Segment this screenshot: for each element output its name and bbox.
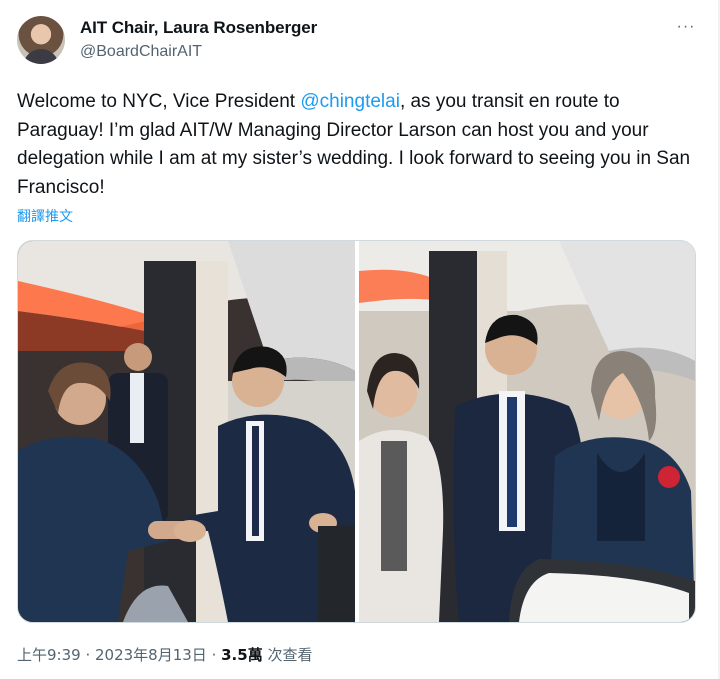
tweet-date[interactable]: 2023年8月13日 [95,646,207,664]
photo-group[interactable] [359,241,695,622]
separator: · [206,646,222,664]
views-label: 次查看 [262,646,313,664]
tweet-text-part: Welcome to NYC, Vice President [17,91,301,112]
tweet-text: Welcome to NYC, Vice President @chingtel… [17,88,697,202]
author-display-name[interactable]: AIT Chair, Laura Rosenberger [80,18,317,38]
more-icon[interactable]: ··· [676,17,696,37]
avatar-shoulders [23,49,59,64]
tweet: AIT Chair, Laura Rosenberger @BoardChair… [0,0,720,679]
translate-link[interactable]: 翻譯推文 [17,206,73,226]
photo-group-image [359,241,695,622]
avatar[interactable] [17,16,65,64]
mention-link[interactable]: @chingtelai [300,91,400,112]
views-count: 3.5萬 [221,646,263,664]
photo-handshake[interactable] [18,241,355,622]
photo-handshake-image [18,241,355,622]
tweet-time[interactable]: 上午9:39 [17,646,81,664]
separator: · [80,646,95,664]
tweet-metadata: 上午9:39 · 2023年8月13日 · 3.5萬 次查看 [17,644,312,665]
author-handle[interactable]: @BoardChairAIT [80,43,202,61]
media-grid [17,240,696,623]
